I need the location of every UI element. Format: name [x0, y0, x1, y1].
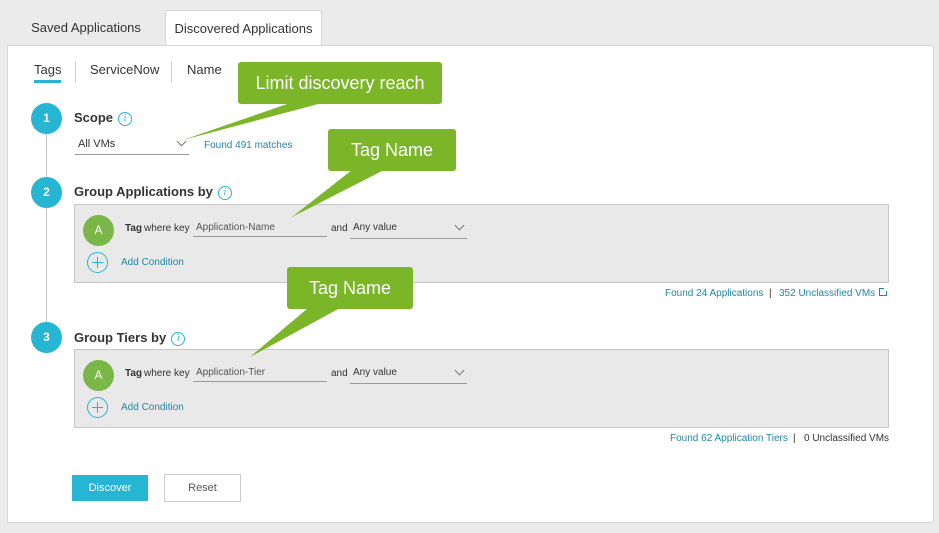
callout-tag-name-label: Tag Name: [287, 267, 413, 309]
callout-pointer: [250, 308, 340, 357]
